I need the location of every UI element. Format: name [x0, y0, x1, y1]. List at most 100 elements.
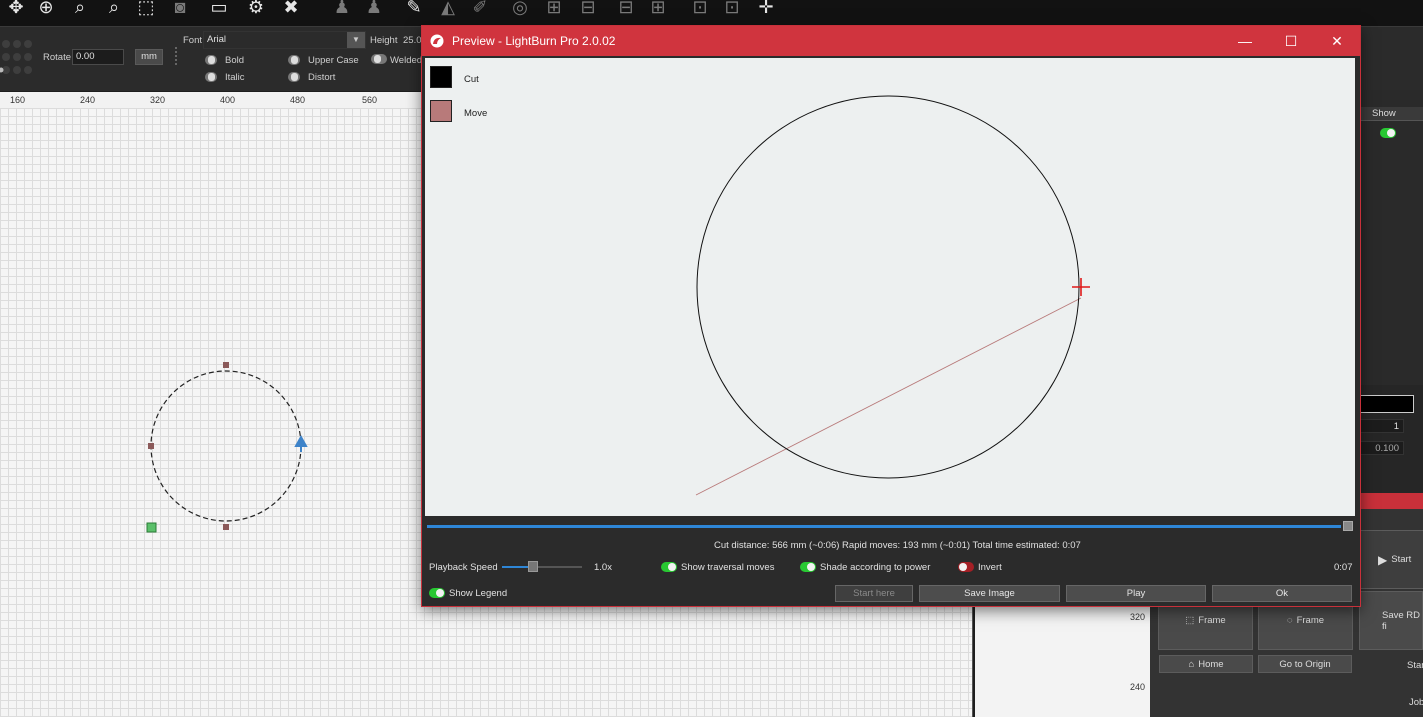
- spacing-icon[interactable]: ⊡: [688, 0, 712, 18]
- start-button[interactable]: ▶ Start: [1359, 530, 1423, 589]
- home-button-label: Home: [1198, 658, 1224, 670]
- user-icon[interactable]: ♟: [362, 0, 386, 18]
- shade-power-toggle[interactable]: [800, 562, 816, 572]
- italic-toggle[interactable]: [205, 72, 217, 82]
- save-image-button[interactable]: Save Image: [919, 585, 1060, 602]
- layer-color-swatch[interactable]: [1360, 395, 1414, 413]
- mirror-icon[interactable]: ◭: [436, 0, 460, 18]
- start-button-label: Start: [1391, 554, 1412, 565]
- ruler-tick: 160: [10, 95, 26, 105]
- playback-speed-value: 1.0x: [594, 562, 612, 573]
- upper-case-toggle[interactable]: [288, 55, 300, 65]
- home-icon: ⌂: [1188, 658, 1195, 670]
- lightburn-logo-icon: [430, 34, 444, 48]
- frame-circle-icon: ◌: [1286, 615, 1293, 626]
- playback-speed-label: Playback Speed: [429, 562, 498, 573]
- speed-slider-handle[interactable]: [528, 561, 538, 572]
- align-middle-icon[interactable]: ⊟: [614, 0, 638, 18]
- tools-icon[interactable]: ✖: [279, 0, 303, 18]
- invert-toggle[interactable]: [958, 562, 974, 572]
- frame-circle-label: Frame: [1296, 615, 1325, 626]
- zoom-page-icon[interactable]: ⊕: [34, 0, 58, 18]
- node-bottom: [223, 524, 229, 530]
- start-from-label: Star: [1407, 660, 1423, 671]
- preview-plot-area[interactable]: Cut Move: [425, 58, 1355, 516]
- ruler-tick: 320: [150, 95, 166, 105]
- ruler-tick: 400: [220, 95, 236, 105]
- node-top: [223, 362, 229, 368]
- ruler-tick: 320: [1130, 612, 1146, 622]
- rapid-move-line: [695, 297, 1082, 496]
- users-icon[interactable]: ♟: [330, 0, 354, 18]
- progress-handle[interactable]: [1343, 521, 1353, 531]
- unit-button[interactable]: mm: [135, 49, 163, 65]
- speed-slider-track[interactable]: [502, 561, 582, 572]
- distort-toggle[interactable]: [288, 72, 300, 82]
- minimize-icon[interactable]: —: [1222, 26, 1268, 56]
- align-icon[interactable]: ⊞: [542, 0, 566, 18]
- frame-button-label: Frame: [1198, 615, 1226, 626]
- target-icon[interactable]: ◎: [508, 0, 532, 18]
- preview-window: Preview - LightBurn Pro 2.0.02 — ☐ ✕ Cut…: [421, 25, 1361, 607]
- ruler-tick: 240: [80, 95, 96, 105]
- show-layer-toggle[interactable]: [1380, 128, 1396, 138]
- layers-header: Show: [1360, 107, 1423, 121]
- go-to-origin-button[interactable]: Go to Origin: [1258, 655, 1352, 673]
- crosshair-icon[interactable]: ✛: [754, 0, 778, 18]
- edit-icon[interactable]: ✎: [402, 0, 426, 18]
- italic-label: Italic: [225, 72, 245, 83]
- camera-icon[interactable]: ◙: [168, 0, 192, 18]
- maximize-icon[interactable]: ☐: [1268, 26, 1314, 56]
- gear-icon[interactable]: ⚙: [244, 0, 268, 18]
- passes-input[interactable]: 1: [1360, 419, 1404, 433]
- play-button[interactable]: Play: [1066, 585, 1206, 602]
- move-icon[interactable]: ✥: [4, 0, 28, 18]
- frame-rect-icon: ⬚: [1185, 615, 1195, 626]
- origin-grid-icon: [0, 40, 32, 74]
- direction-arrow-icon: [294, 434, 308, 452]
- toolpath-preview: [695, 95, 1090, 496]
- zoom-in-icon[interactable]: ⌕: [68, 0, 92, 18]
- main-toolbar: ✥ ⊕ ⌕ ⌕ ⬚ ◙ ▭ ⚙ ✖ ♟ ♟ ✎ ◭ ✐ ◎ ⊞ ⊟ ⊟ ⊞ ⊡ …: [0, 0, 1423, 26]
- distribute-icon[interactable]: ⊟: [576, 0, 600, 18]
- group-icon[interactable]: ⊞: [646, 0, 670, 18]
- welded-label: Welded: [390, 55, 423, 66]
- interval-input[interactable]: 0.100: [1360, 441, 1404, 455]
- font-value: Arial: [207, 34, 227, 45]
- start-point-marker: [146, 522, 157, 533]
- font-label: Font: [183, 35, 203, 46]
- show-traversal-toggle[interactable]: [661, 562, 677, 572]
- origin-grid[interactable]: [0, 35, 34, 81]
- job-origin-label: Job: [1409, 697, 1423, 708]
- save-rd-button[interactable]: Save RD fi: [1359, 591, 1423, 650]
- layer-settings-panel: 1 0.100: [1360, 385, 1423, 495]
- ok-button[interactable]: Ok: [1212, 585, 1352, 602]
- show-traversal-label: Show traversal moves: [681, 562, 775, 573]
- home-button[interactable]: ⌂ Home: [1159, 655, 1253, 673]
- stats-text: Cut distance: 566 mm (~0:06) Rapid moves…: [714, 540, 1081, 551]
- bold-toggle[interactable]: [205, 55, 217, 65]
- chevron-down-icon: ▼: [347, 32, 365, 48]
- anchor-icon[interactable]: ⊡: [720, 0, 744, 18]
- font-select[interactable]: Arial ▼: [203, 31, 366, 49]
- dashed-circle-shape: [150, 370, 302, 522]
- welded-toggle[interactable]: [371, 54, 387, 64]
- height-value[interactable]: 25.0: [403, 35, 422, 46]
- pen-icon[interactable]: ✐: [468, 0, 492, 18]
- monitor-icon[interactable]: ▭: [207, 0, 231, 18]
- zoom-out-icon[interactable]: ⌕: [102, 0, 126, 18]
- show-legend-label: Show Legend: [449, 588, 508, 599]
- ruler-tick: 240: [1130, 682, 1146, 692]
- height-label: Height: [370, 35, 398, 46]
- close-icon[interactable]: ✕: [1314, 26, 1360, 56]
- start-here-button[interactable]: Start here: [835, 585, 913, 602]
- rotate-label: Rotate: [43, 52, 71, 63]
- ruler-tick: 480: [290, 95, 306, 105]
- node-left: [148, 443, 154, 449]
- preview-titlebar[interactable]: Preview - LightBurn Pro 2.0.02 — ☐ ✕: [422, 26, 1360, 56]
- preview-title: Preview - LightBurn Pro 2.0.02: [452, 34, 616, 48]
- show-legend-toggle[interactable]: [429, 588, 445, 598]
- rotate-input[interactable]: 0.00: [72, 49, 124, 65]
- playback-progress-bar[interactable]: [427, 525, 1341, 528]
- zoom-selection-icon[interactable]: ⬚: [134, 0, 158, 18]
